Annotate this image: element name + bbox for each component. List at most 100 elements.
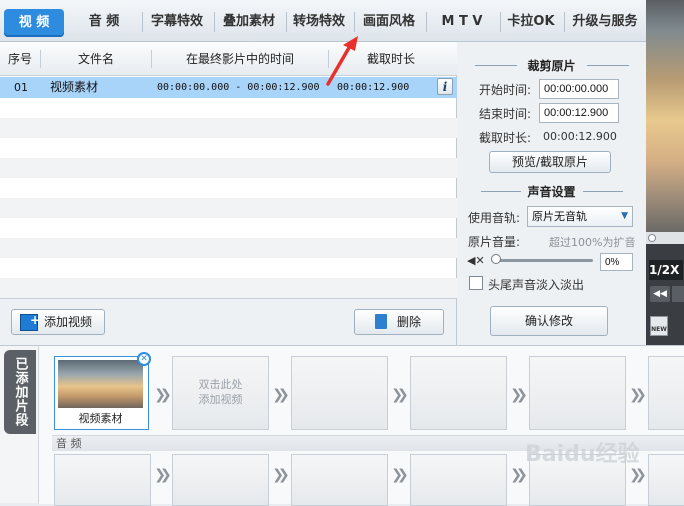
tab-divider: [500, 12, 501, 32]
tab-divider: [564, 12, 565, 32]
audio-slot[interactable]: [410, 454, 507, 506]
delete-button[interactable]: 删除: [354, 309, 444, 335]
confirm-changes-button[interactable]: 确认修改: [490, 306, 608, 336]
sequence-arrow-icon: ❯❯: [154, 467, 171, 483]
header-time-in-final: 在最终影片中的时间: [185, 52, 294, 66]
remove-clip-icon[interactable]: ✕: [137, 352, 151, 366]
new-badge-icon[interactable]: NEW: [650, 316, 668, 336]
empty-slot[interactable]: [529, 356, 626, 430]
empty-slot[interactable]: [291, 356, 388, 430]
clip-label: 视频素材: [78, 412, 123, 425]
speed-label[interactable]: 1/2X: [649, 260, 683, 280]
preview-progress-bar[interactable]: [646, 232, 684, 244]
add-video-slot[interactable]: 双击此处 添加视频: [172, 356, 269, 430]
info-icon[interactable]: i: [437, 78, 453, 95]
preview-crop-button[interactable]: 预览/截取原片: [489, 151, 611, 173]
empty-row: [0, 218, 457, 238]
track-value: 原片无音轨: [532, 210, 587, 223]
add-video-label: 添加视频: [43, 315, 92, 329]
row-time-in-final: 00:00:00.000 - 00:00:12.900: [157, 82, 320, 93]
add-video-button[interactable]: + 添加视频: [11, 309, 105, 335]
sequence-arrow-icon: ❯❯: [272, 387, 289, 403]
added-clips-tab[interactable]: 已添加片段: [4, 350, 36, 434]
video-preview: 1/2X ◀◀ NEW: [646, 0, 684, 345]
empty-row: [0, 238, 457, 258]
audio-slot[interactable]: [291, 454, 388, 506]
clip-thumbnail-image: [58, 360, 143, 408]
table-row[interactable]: 01 视频素材 00:00:00.000 - 00:00:12.900 00:0…: [0, 77, 457, 98]
clip-thumbnail[interactable]: 视频素材: [54, 356, 149, 430]
tab-upgrade-service[interactable]: 升级与服务: [566, 6, 644, 38]
progress-handle[interactable]: [648, 234, 656, 242]
audio-track-select[interactable]: 原片无音轨 ▼: [527, 206, 633, 227]
volume-slider-handle[interactable]: [491, 254, 501, 264]
tab-transition-effects[interactable]: 转场特效: [288, 6, 350, 38]
baidu-watermark: Baidu经验: [525, 442, 640, 467]
empty-row: [0, 258, 457, 278]
file-table: 序号 文件名 在最终影片中的时间 截取时长 01 视频素材 00:00:00.0…: [0, 42, 457, 298]
tab-subtitle-effects[interactable]: 字幕特效: [144, 6, 210, 38]
tab-divider: [214, 12, 215, 32]
end-time-label: 结束时间:: [479, 107, 532, 121]
player-controls: 1/2X ◀◀ NEW: [646, 244, 684, 345]
trash-icon: [375, 314, 387, 329]
added-clips-panel: 已添加片段 视频素材 ✕ ❯❯ 双击此处 添加视频 ❯❯ ❯❯ ❯❯ ❯❯ 音 …: [0, 345, 684, 506]
add-video-hint: 双击此处 添加视频: [198, 378, 243, 406]
tab-divider: [142, 12, 143, 32]
sequence-arrow-icon: ❯❯: [629, 387, 646, 403]
fade-checkbox[interactable]: [469, 276, 483, 290]
empty-slot[interactable]: [410, 356, 507, 430]
tab-picture-style[interactable]: 画面风格: [356, 6, 422, 38]
volume-hint: 超过100%为扩音: [549, 236, 636, 249]
rewind-icon[interactable]: ◀◀: [650, 286, 670, 302]
fade-label: 头尾声音淡入淡出: [488, 278, 585, 292]
tab-karaoke[interactable]: 卡拉OK: [502, 6, 560, 38]
sequence-arrow-icon: ❯❯: [154, 387, 171, 403]
start-time-label: 开始时间:: [479, 83, 532, 97]
section-line: [583, 191, 623, 192]
start-time-input[interactable]: [539, 79, 619, 99]
tab-overlay-material[interactable]: 叠加素材: [216, 6, 282, 38]
audio-slot[interactable]: [172, 454, 269, 506]
end-time-input[interactable]: [539, 103, 619, 123]
empty-row: [0, 158, 457, 178]
volume-input[interactable]: [600, 253, 633, 271]
row-filename: 视频素材: [50, 80, 99, 94]
sequence-arrow-icon: ❯❯: [272, 467, 289, 483]
empty-row: [0, 278, 457, 298]
empty-row: [0, 198, 457, 218]
tab-video[interactable]: 视 频: [4, 9, 64, 37]
tab-divider: [426, 12, 427, 32]
sequence-arrow-icon: ❯❯: [510, 387, 527, 403]
audio-slot[interactable]: [54, 454, 151, 506]
table-action-bar: + 添加视频 删除: [0, 298, 457, 345]
volume-slider-track[interactable]: [493, 259, 593, 262]
duration-value: 00:00:12.900: [543, 130, 617, 143]
volume-label: 原片音量:: [468, 235, 521, 249]
sequence-arrow-icon: ❯❯: [391, 387, 408, 403]
header-index: 序号: [7, 52, 32, 66]
delete-label: 删除: [396, 315, 421, 329]
annotation-arrow: [326, 36, 358, 86]
header-filename: 文件名: [77, 52, 114, 66]
tab-mtv[interactable]: M T V: [428, 6, 496, 38]
empty-row: [0, 138, 457, 158]
tab-divider: [286, 12, 287, 32]
duration-label: 截取时长:: [479, 131, 532, 145]
clip-settings-panel: 裁剪原片 开始时间: 结束时间: 截取时长: 00:00:12.900 预览/截…: [457, 42, 646, 345]
mute-speaker-icon[interactable]: ◀✕: [467, 254, 485, 267]
empty-slot[interactable]: [648, 356, 684, 430]
tab-audio[interactable]: 音 频: [74, 6, 134, 38]
tab-divider: [354, 12, 355, 32]
empty-row: [0, 118, 457, 138]
row-index: 01: [14, 81, 28, 94]
table-header: 序号 文件名 在最终影片中的时间 截取时长: [0, 42, 457, 76]
empty-row: [0, 178, 457, 198]
sequence-arrow-icon: ❯❯: [510, 467, 527, 483]
track-label: 使用音轨:: [468, 211, 521, 225]
chevron-down-icon: ▼: [621, 211, 628, 221]
film-add-icon: +: [20, 313, 40, 331]
play-control[interactable]: [672, 286, 684, 302]
sequence-arrow-icon: ❯❯: [391, 467, 408, 483]
section-line: [587, 65, 629, 66]
